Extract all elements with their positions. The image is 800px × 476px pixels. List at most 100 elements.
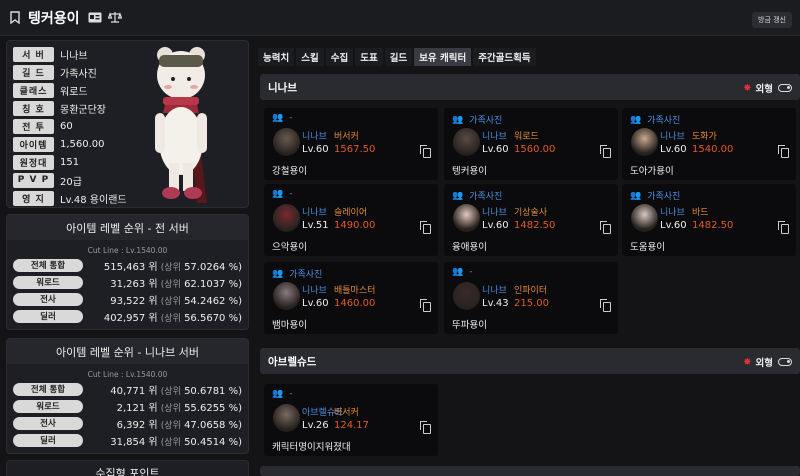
copy-icon[interactable]	[600, 145, 611, 158]
combat-level: Lv.60	[482, 144, 509, 155]
class-name: 인파이터	[514, 286, 548, 296]
guild-label: 👥 -	[272, 389, 293, 399]
class-name: 슬레이어	[334, 208, 368, 218]
outfit-toggle[interactable]: ✸ 외형	[743, 81, 792, 95]
character-portrait	[273, 404, 300, 432]
rank-all-cutline: Cut Line : Lv.1540.00	[87, 246, 168, 255]
next-section-header	[260, 466, 800, 476]
profile-row-title: 칭 호 몽환군단장	[13, 100, 106, 116]
guild-label: 👥 -	[452, 267, 473, 277]
tab-stats[interactable]: 능력치	[258, 48, 295, 66]
copy-icon[interactable]	[420, 221, 431, 234]
tab-chart[interactable]: 도표	[355, 48, 383, 66]
character-nickname: 도움용이	[630, 242, 665, 253]
server-name: 니나브	[302, 286, 327, 296]
group-icon: 👥	[452, 267, 464, 277]
character-card[interactable]: 👥 - 아브렐슈드 버서커 Lv.26 124.17 캐릭터명이지워졌대	[264, 384, 438, 456]
copy-icon[interactable]	[600, 299, 611, 312]
section-title: 아브렐슈드	[268, 355, 317, 368]
refresh-button[interactable]: 방금 갱신	[752, 12, 792, 28]
character-nickname: 캐릭터명이지워졌대	[272, 442, 351, 453]
toggle-icon[interactable]	[778, 84, 792, 92]
class-name: 버서커	[334, 132, 359, 142]
left-panel: 서 버 니나브 길 드 가족사진 클래스 워로드 칭 호 몽환군단장 전 투 60 아이템…	[6, 40, 249, 454]
character-card[interactable]: 👥 - 니나브 버서커 Lv.60 1567.50 강철용이	[264, 108, 438, 180]
copy-icon[interactable]	[600, 221, 611, 234]
copy-icon[interactable]	[778, 145, 789, 158]
rank-server-row: 딜러 31,854 위 (상위 50.4514 %)	[7, 432, 248, 448]
character-card[interactable]: 👥 가족사진 니나브 배틀마스터 Lv.60 1460.00 뱀마용이	[264, 262, 438, 334]
group-icon: 👥	[630, 190, 642, 201]
tab-bar: 능력치 스킬 수집 도표 길드 보유 캐릭터 주간골드획득	[258, 48, 536, 66]
character-nickname: 강철용이	[272, 166, 307, 177]
tab-guild[interactable]: 길드	[384, 48, 413, 66]
copy-icon[interactable]	[420, 421, 431, 434]
combat-level: Lv.60	[660, 144, 687, 155]
item-level: 1482.50	[692, 220, 734, 231]
rank-server-cutline: Cut Line : Lv.1540.00	[87, 370, 168, 379]
character-nickname: 뚜파용이	[452, 320, 487, 331]
outfit-toggle[interactable]: ✸ 외형	[743, 355, 792, 369]
guild-label: 👥 가족사진	[630, 190, 681, 203]
id-card-icon[interactable]	[88, 8, 102, 27]
character-nickname: 으악용이	[272, 242, 307, 253]
character-card[interactable]: 👥 - 니나브 인파이터 Lv.43 215.00 뚜파용이	[444, 262, 618, 334]
profile-row-guild: 길 드 가족사진	[13, 64, 97, 80]
tab-weekly-gold[interactable]: 주간골드획득	[473, 48, 536, 66]
character-card[interactable]: 👥 가족사진 니나브 워로드 Lv.60 1560.00 텡커용이	[444, 108, 618, 180]
character-portrait	[631, 128, 658, 156]
bookmark-icon[interactable]	[10, 10, 22, 25]
guild-label: 👥 가족사진	[452, 114, 503, 127]
character-nickname: 뱀마용이	[272, 320, 307, 331]
character-card[interactable]: 👥 가족사진 니나브 기상술사 Lv.60 1482.50 융애용이	[444, 184, 618, 256]
rank-all-row: 딜러 402,957 위 (상위 56.5670 %)	[7, 308, 248, 324]
group-icon: 👥	[630, 114, 642, 125]
server-name: 니나브	[482, 286, 507, 296]
server-name: 니나브	[482, 132, 507, 142]
profile-row-expedition: 원정대 151	[13, 154, 79, 170]
item-level: 1482.50	[514, 220, 556, 231]
collectible-points-title: 수집형 포인트	[6, 460, 249, 476]
profile-row-estate: 영 지 Lv.48 용이랜드	[13, 190, 127, 206]
rank-server-row: 워로드 2,121 위 (상위 55.6255 %)	[7, 398, 248, 414]
copy-icon[interactable]	[420, 299, 431, 312]
character-portrait	[273, 204, 300, 232]
copy-icon[interactable]	[778, 221, 789, 234]
toggle-icon[interactable]	[778, 358, 792, 366]
rank-server-title: 아이템 레벨 순위 - 니나브 서버	[7, 339, 248, 364]
guild-label: 👥 -	[272, 189, 293, 199]
balance-icon[interactable]	[107, 8, 122, 27]
group-icon: 👥	[452, 190, 464, 201]
item-level: 215.00	[514, 298, 549, 309]
guild-label: 👥 가족사진	[272, 268, 323, 281]
character-nickname: 도아가용이	[630, 166, 674, 177]
rank-all-row: 워로드 31,263 위 (상위 62.1037 %)	[7, 274, 248, 290]
group-icon: 👥	[452, 114, 464, 125]
copy-icon[interactable]	[420, 145, 431, 158]
character-nickname: 텡커용이	[452, 166, 487, 177]
character-card[interactable]: 👥 가족사진 니나브 바드 Lv.60 1482.50 도움용이	[622, 184, 796, 256]
group-icon: 👥	[272, 189, 284, 199]
class-name: 워로드	[514, 132, 539, 142]
character-portrait	[453, 204, 480, 232]
sun-icon: ✸	[743, 82, 752, 94]
item-level: 1490.00	[334, 220, 376, 231]
combat-level: Lv.60	[302, 144, 329, 155]
server-name: 니나브	[302, 208, 327, 218]
group-icon: 👥	[272, 113, 284, 123]
class-name: 기상술사	[514, 208, 548, 218]
section-title: 니나브	[268, 81, 297, 94]
tab-collection[interactable]: 수집	[325, 48, 354, 66]
character-nickname: 융애용이	[452, 242, 487, 253]
profile-row-pvp: P V P 20급	[13, 172, 82, 188]
sun-icon: ✸	[743, 356, 752, 368]
item-level: 1567.50	[334, 144, 376, 155]
character-portrait	[453, 282, 480, 310]
character-card[interactable]: 👥 - 니나브 슬레이어 Lv.51 1490.00 으악용이	[264, 184, 438, 256]
character-portrait	[631, 204, 658, 232]
character-portrait	[273, 282, 300, 310]
tab-characters[interactable]: 보유 캐릭터	[414, 48, 472, 66]
character-card[interactable]: 👥 가족사진 니나브 도화가 Lv.60 1540.00 도아가용이	[622, 108, 796, 180]
profile-row-item-level: 아이템 1,560.00	[13, 136, 105, 152]
tab-skills[interactable]: 스킬	[296, 48, 324, 66]
